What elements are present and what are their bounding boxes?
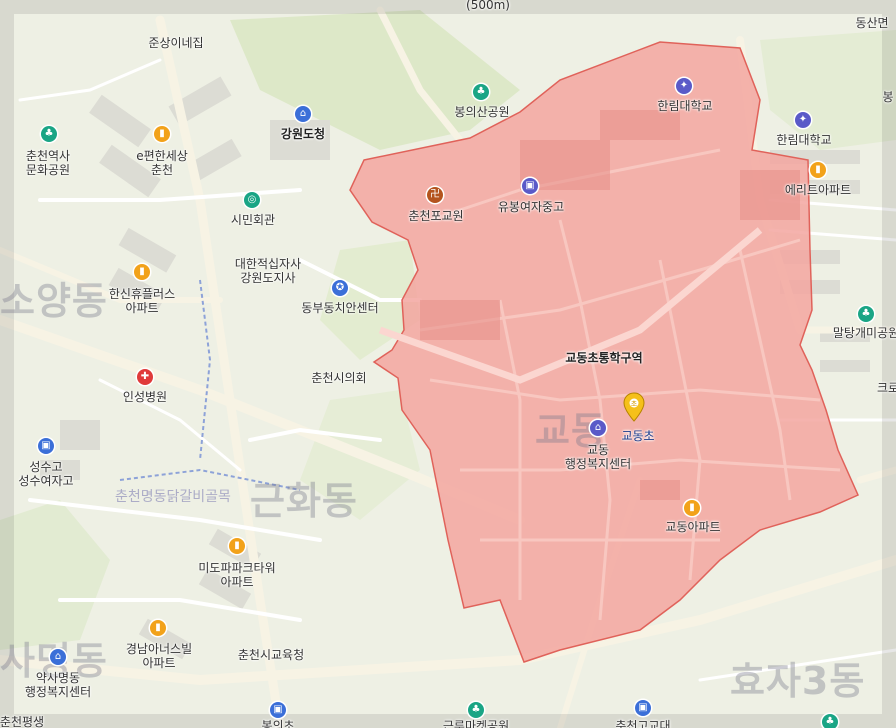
district-geunhwa: 근화동 (250, 479, 358, 523)
hospital-icon[interactable]: ✚ (137, 369, 153, 385)
place-label: 대한적십자사 강원도지사 (234, 257, 302, 285)
svg-text:초: 초 (631, 400, 638, 408)
park-icon[interactable]: ♣ (858, 306, 874, 322)
place-label: 춘천역사 문화공원 (25, 149, 71, 177)
map-base-layer (0, 0, 896, 728)
place-label: 에리트아파트 (784, 183, 852, 197)
place-label: 봉의산공원 (454, 105, 510, 119)
place-label: 춘천시교육청 (237, 648, 305, 662)
place-label: (500m) (466, 0, 510, 12)
apartment-icon[interactable]: ▮ (150, 620, 166, 636)
place-label: 미도파파크타워 아파트 (198, 561, 276, 589)
place-label: 한림대학교 (776, 133, 832, 147)
school-icon[interactable]: ▣ (38, 438, 54, 454)
place-label: 근루마켓공원 (442, 719, 510, 728)
map-frame-right (882, 14, 896, 714)
place-label: 동산면 (855, 16, 889, 30)
place-label: 성수고 성수여자고 (18, 460, 74, 488)
park-icon[interactable]: ♣ (468, 702, 484, 718)
location-pin-icon[interactable]: 초 (623, 392, 645, 422)
place-label: 춘천포교원 (408, 209, 464, 223)
place-label: 춘천시의회 (311, 371, 367, 385)
place-label: 봉 (882, 90, 894, 104)
place-label: 시민회관 (230, 213, 276, 227)
place-label: 춘천고교대 (615, 719, 671, 728)
district-hyoja3: 효자3동 (730, 659, 866, 703)
apartment-icon[interactable]: ▮ (810, 162, 826, 178)
school-icon[interactable]: ▣ (270, 702, 286, 718)
temple-icon[interactable]: 卍 (427, 187, 443, 203)
selected-place-label[interactable]: 교동초 (621, 429, 654, 443)
culture-icon[interactable]: ◎ (244, 192, 260, 208)
place-label: 유봉여자중고 (497, 200, 565, 214)
map-view[interactable]: 소양동 교동 근화동 효자3동 사명동 춘천명동닭갈비골목 교동초통학구역 ♣ … (0, 0, 896, 728)
place-label: 인성병원 (122, 390, 168, 404)
place-label: 경남아너스빌 아파트 (125, 642, 193, 670)
place-label: 크로 (876, 381, 896, 395)
school-zone-label: 교동초통학구역 (565, 351, 643, 365)
apartment-icon[interactable]: ▮ (154, 126, 170, 142)
place-label: 교동 행정복지센터 (564, 443, 632, 471)
place-label: 봉의초 (261, 719, 295, 728)
park-icon[interactable]: ♣ (822, 714, 838, 728)
government-icon[interactable]: ⌂ (50, 649, 66, 665)
road-name-label: 춘천명동닭갈비골목 (115, 489, 231, 505)
map-frame-top (0, 0, 896, 14)
place-label: 동부동치안센터 (301, 301, 379, 315)
apartment-icon[interactable]: ▮ (229, 538, 245, 554)
place-label: 교동아파트 (665, 520, 721, 534)
place-label: 한신휴플러스 아파트 (108, 287, 176, 315)
place-label: 약사명동 행정복지센터 (24, 671, 92, 699)
place-label: e편한세상 춘천 (136, 149, 188, 177)
map-frame-left (0, 14, 14, 714)
place-label: 말탕개미공원 (832, 326, 896, 340)
university-icon[interactable]: ✦ (676, 78, 692, 94)
police-icon[interactable]: ✪ (332, 280, 348, 296)
government-icon[interactable]: ⌂ (590, 420, 606, 436)
park-icon[interactable]: ♣ (41, 126, 57, 142)
apartment-icon[interactable]: ▮ (684, 500, 700, 516)
apartment-icon[interactable]: ▮ (134, 264, 150, 280)
school-icon[interactable]: ▣ (522, 178, 538, 194)
place-label: 한림대학교 (657, 99, 713, 113)
university-icon[interactable]: ✦ (795, 112, 811, 128)
place-label: 춘천평생 (0, 715, 45, 728)
park-icon[interactable]: ♣ (473, 84, 489, 100)
district-soyang: 소양동 (0, 279, 108, 323)
government-icon[interactable]: ⌂ (295, 106, 311, 122)
school-icon[interactable]: ▣ (635, 700, 651, 716)
place-label: 강원도청 (280, 127, 326, 141)
place-label: 준상이네집 (148, 36, 204, 50)
